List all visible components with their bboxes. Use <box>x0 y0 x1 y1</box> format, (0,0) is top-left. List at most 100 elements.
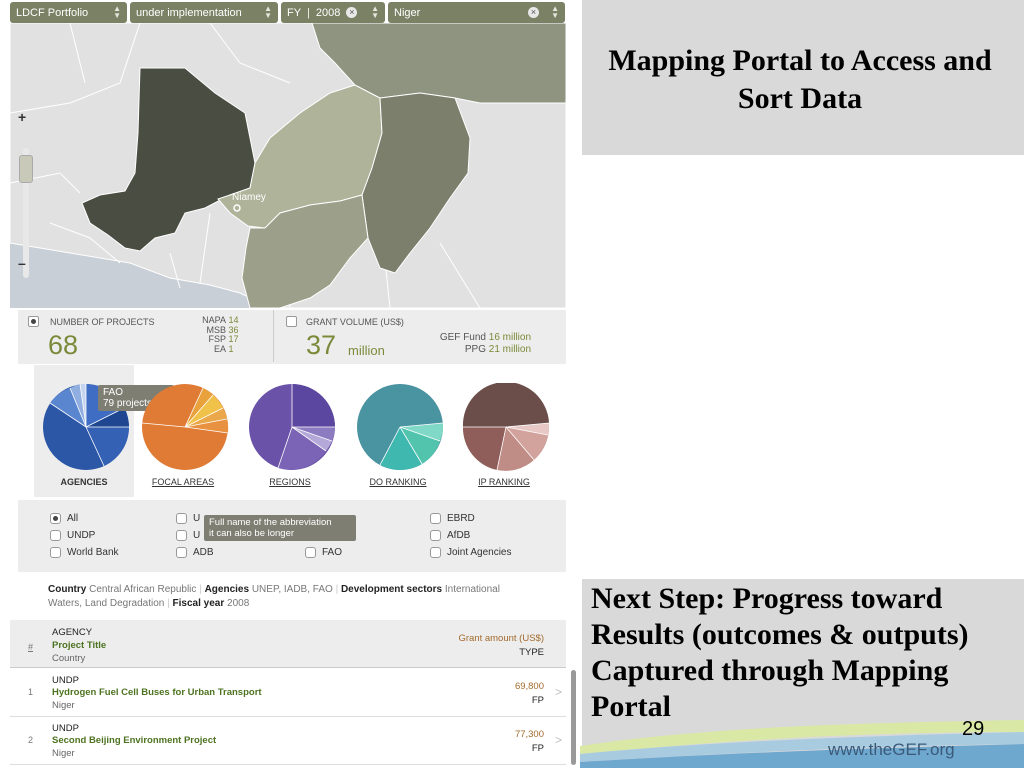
grant-value: 37 <box>306 330 337 360</box>
checkbox[interactable] <box>305 547 316 558</box>
gef-url: www.theGEF.org <box>828 740 955 759</box>
breakdown-row: EA 1 <box>213 343 234 354</box>
tab-do-ranking[interactable]: DO RANKING <box>348 365 448 497</box>
checkbox[interactable] <box>176 530 187 541</box>
grant-unit: million <box>348 343 385 358</box>
grant-radio[interactable] <box>286 316 297 327</box>
chevron-right-icon[interactable]: > <box>555 733 562 747</box>
slide-title: Mapping Portal to Access and Sort Data <box>608 44 992 115</box>
agency-option-undp[interactable]: UNDP <box>50 530 95 541</box>
status-select[interactable]: under implementation ▲ ▼ <box>130 2 278 23</box>
updown-arrows-icon: ▲ ▼ <box>371 4 379 20</box>
zoom-in-button[interactable]: + <box>18 109 26 125</box>
fy-value: 2008 <box>315 6 341 19</box>
zoom-out-button[interactable]: – <box>18 255 26 271</box>
col-agency[interactable]: AGENCY <box>52 627 92 638</box>
chevron-right-icon[interactable]: > <box>555 685 562 699</box>
row-country: Niger <box>52 748 75 759</box>
projects-count: 68 <box>48 330 79 360</box>
checkbox[interactable] <box>430 530 441 541</box>
slide-panel: Mapping Portal to Access and Sort Data N… <box>580 0 1024 768</box>
table-scrollbar[interactable] <box>571 670 576 765</box>
portfolio-select[interactable]: LDCF Portfolio ▲ ▼ <box>10 2 127 23</box>
tab-ip-ranking[interactable]: IP RANKING <box>454 365 554 497</box>
divider <box>273 310 274 362</box>
city-label: Niamey <box>232 192 266 203</box>
col-title[interactable]: Project Title <box>52 640 106 651</box>
agency-filter: All UNDP World Bank U U ADB FAO EBRD AfD… <box>18 500 566 572</box>
mapping-portal: LDCF Portfolio ▲ ▼ under implementation ▲… <box>0 0 580 768</box>
row-type: FP <box>531 695 544 706</box>
filter-bar: LDCF Portfolio ▲ ▼ under implementation ▲… <box>10 2 566 23</box>
col-amount[interactable]: Grant amount (US$) <box>458 633 544 644</box>
updown-arrows-icon: ▲ ▼ <box>113 4 121 20</box>
row-amount: 77,300 <box>514 729 544 740</box>
updown-arrows-icon: ▲ ▼ <box>551 4 559 20</box>
grant-label: GRANT VOLUME (US$) <box>306 317 404 327</box>
col-num[interactable]: # <box>28 642 33 652</box>
agency-option-all[interactable]: All <box>50 513 78 524</box>
agency-option-fao[interactable]: FAO <box>305 547 342 558</box>
status-select-value: under implementation <box>136 6 242 19</box>
tab-focal-areas-label: FOCAL AREAS <box>151 477 215 487</box>
clear-fy-icon[interactable]: × <box>346 7 358 18</box>
abbreviation-tooltip: Full name of the abbreviation it can als… <box>204 515 356 541</box>
row-agency: UNDP <box>52 675 79 686</box>
table-row[interactable]: 2 UNDP Second Beijing Environment Projec… <box>10 717 566 765</box>
portfolio-select-value: LDCF Portfolio <box>16 6 89 19</box>
projects-breakdown: NAPA 14 MSB 36 FSP 17 EA 1 <box>188 315 248 354</box>
agency-option-u2[interactable]: U <box>176 530 200 541</box>
focal-areas-pie <box>141 384 229 470</box>
agency-option-adb[interactable]: ADB <box>176 547 214 558</box>
fund-breakdown: GEF Fund 16 million PPG 21 million <box>428 332 558 356</box>
country-select[interactable]: Niger × ▲ ▼ <box>388 2 565 23</box>
row-country: Niger <box>52 700 75 711</box>
country-map[interactable]: Niamey + – <box>10 23 566 308</box>
tab-focal-areas[interactable]: FOCAL AREAS <box>133 365 233 497</box>
row-agency: UNDP <box>52 723 79 734</box>
tab-regions-label: REGIONS <box>269 477 311 487</box>
page-number: 29 <box>962 718 985 740</box>
stats-panel: NUMBER OF PROJECTS 68 NAPA 14 MSB 36 FSP… <box>18 310 566 364</box>
fiscal-year-select[interactable]: FY | 2008 × ▲ ▼ <box>281 2 385 23</box>
row-title[interactable]: Second Beijing Environment Project <box>52 735 216 746</box>
tab-regions[interactable]: REGIONS <box>240 365 340 497</box>
agency-option-world-bank[interactable]: World Bank <box>50 547 119 558</box>
checkbox[interactable] <box>176 547 187 558</box>
checkbox[interactable] <box>50 547 61 558</box>
tab-agencies-label: AGENCIES <box>60 477 108 487</box>
fund-row: GEF Fund 16 million <box>439 332 532 343</box>
checkbox[interactable] <box>430 547 441 558</box>
row-title[interactable]: Hydrogen Fuel Cell Buses for Urban Trans… <box>52 687 262 698</box>
country-select-value: Niger <box>394 6 421 19</box>
projects-label: NUMBER OF PROJECTS <box>50 317 155 327</box>
do-ranking-pie <box>357 384 444 470</box>
projects-radio[interactable] <box>28 316 39 327</box>
next-step-text: Next Step: Progress toward Results (outc… <box>591 582 969 723</box>
table-header: # AGENCY Project Title Country Grant amo… <box>10 620 566 668</box>
checkbox[interactable] <box>430 513 441 524</box>
fy-label: FY <box>287 6 302 19</box>
tab-ip-ranking-label: IP RANKING <box>478 477 530 487</box>
col-type[interactable]: TYPE <box>519 647 544 658</box>
agency-option-u1[interactable]: U <box>176 513 200 524</box>
map-graphic: Niamey <box>10 23 566 308</box>
row-num: 1 <box>28 687 34 697</box>
regions-pie <box>249 384 335 470</box>
tab-do-ranking-label: DO RANKING <box>369 477 427 487</box>
agency-option-ebrd[interactable]: EBRD <box>430 513 475 524</box>
chart-tabs: AGENCIES FAO 79 projects FOCAL AREAS REG… <box>18 365 566 500</box>
table-row[interactable]: 1 UNDP Hydrogen Fuel Cell Buses for Urba… <box>10 669 566 717</box>
agency-option-afdb[interactable]: AfDB <box>430 530 470 541</box>
checkbox[interactable] <box>176 513 187 524</box>
zoom-slider-handle[interactable] <box>19 155 33 183</box>
checkbox[interactable] <box>50 513 61 524</box>
row-num: 2 <box>28 735 34 745</box>
updown-arrows-icon: ▲ ▼ <box>264 4 272 20</box>
agency-option-joint-agencies[interactable]: Joint Agencies <box>430 547 512 558</box>
fund-row: PPG 21 million <box>464 344 532 355</box>
clear-country-icon[interactable]: × <box>528 7 539 18</box>
row-type: FP <box>531 743 544 754</box>
checkbox[interactable] <box>50 530 61 541</box>
col-country[interactable]: Country <box>52 653 85 664</box>
